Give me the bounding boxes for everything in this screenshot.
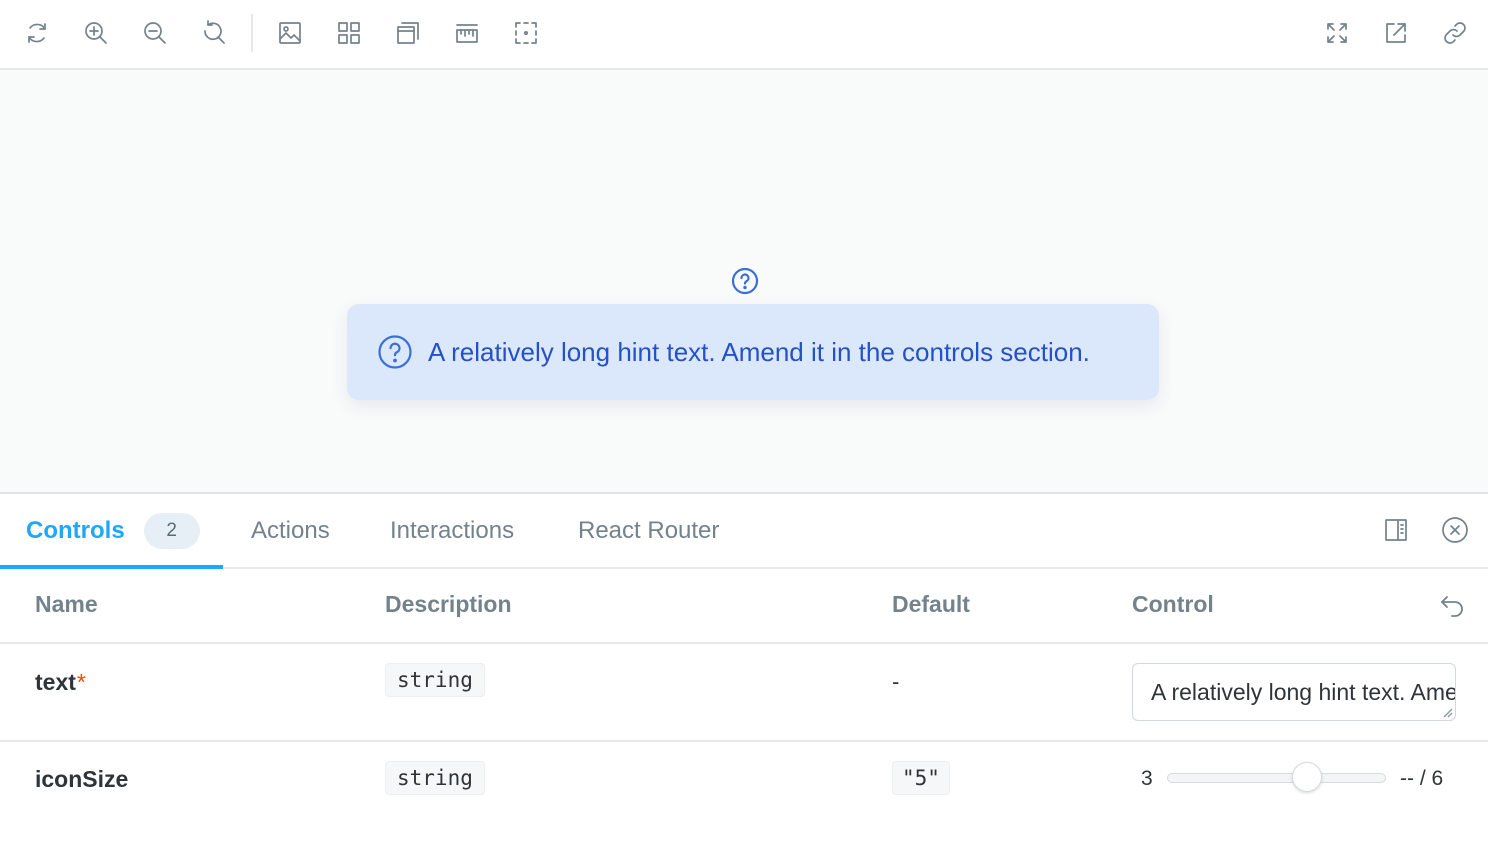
grid-icon	[338, 22, 360, 44]
table-row: text* string - A relatively long hint te…	[0, 644, 1488, 742]
column-description: Description	[385, 591, 512, 617]
tab-actions-label: Actions	[251, 516, 330, 544]
fullscreen-button[interactable]	[1319, 15, 1355, 51]
arg-type-text: string	[385, 663, 485, 697]
preview-toolbar	[0, 0, 1488, 70]
outline-icon	[515, 22, 537, 44]
hint-trigger-icon[interactable]	[731, 267, 759, 295]
toolbar-divider	[251, 14, 253, 52]
question-circle-icon	[378, 335, 412, 369]
zoom-reset-button[interactable]	[196, 15, 232, 51]
open-new-tab-button[interactable]	[1378, 15, 1414, 51]
column-control: Control	[1132, 591, 1214, 617]
hint-tooltip: A relatively long hint text. Amend it in…	[347, 304, 1159, 400]
zoom-in-button[interactable]	[78, 15, 114, 51]
table-row: iconSize string "5" 3 -- / 6	[0, 742, 1488, 846]
hint-text: A relatively long hint text. Amend it in…	[428, 336, 1090, 367]
viewport-button[interactable]	[390, 15, 426, 51]
resize-handle-icon[interactable]	[1441, 706, 1453, 718]
arg-type-iconsize: string	[385, 761, 485, 795]
reload-icon	[28, 23, 46, 43]
addon-tabs: Controls 2 Actions Interactions React Ro…	[0, 494, 1488, 569]
zoom-out-icon	[144, 22, 166, 44]
range-value-label: -- / 6	[1400, 767, 1444, 790]
required-asterisk: *	[76, 669, 86, 695]
reload-button[interactable]	[19, 15, 55, 51]
column-default: Default	[892, 591, 970, 617]
grid-button[interactable]	[331, 15, 367, 51]
tab-interactions[interactable]: Interactions	[390, 494, 514, 567]
close-panel-button[interactable]	[1435, 510, 1475, 550]
copy-link-icon	[1444, 22, 1466, 44]
close-circle-icon	[1442, 517, 1468, 543]
undo-icon	[1441, 596, 1463, 617]
zoom-reset-icon	[204, 20, 225, 44]
tab-actions[interactable]: Actions	[251, 494, 330, 567]
viewport-icon	[397, 22, 419, 44]
tab-controls[interactable]: Controls 2	[26, 494, 200, 567]
icon-size-range-track[interactable]	[1167, 773, 1386, 783]
text-control-value: A relatively long hint text. Amend it in…	[1151, 679, 1455, 705]
arg-name-iconsize: iconSize	[35, 766, 129, 792]
outline-button[interactable]	[508, 15, 544, 51]
background-button[interactable]	[272, 15, 308, 51]
arg-name-text: text*	[35, 669, 86, 695]
measure-icon	[456, 24, 478, 43]
toggle-panel-orientation-button[interactable]	[1376, 510, 1416, 550]
tab-controls-label: Controls	[26, 516, 125, 544]
range-min-label: 3	[1141, 767, 1153, 790]
text-control-textarea[interactable]: A relatively long hint text. Amend it in…	[1132, 663, 1456, 721]
controls-count-badge: 2	[143, 512, 200, 549]
arg-default-iconsize: "5"	[892, 761, 950, 795]
arg-default-text: -	[892, 669, 900, 694]
story-canvas: A relatively long hint text. Amend it in…	[0, 70, 1488, 494]
sidebar-layout-icon	[1385, 519, 1407, 541]
args-table-header: Name Description Default Control	[0, 569, 1488, 644]
background-icon	[279, 22, 301, 44]
measure-button[interactable]	[449, 15, 485, 51]
copy-link-button[interactable]	[1437, 15, 1473, 51]
tab-interactions-label: Interactions	[390, 516, 515, 544]
tab-react-router[interactable]: React Router	[578, 494, 719, 567]
open-new-tab-icon	[1386, 23, 1406, 43]
tab-react-router-label: React Router	[578, 516, 720, 544]
icon-size-range-thumb[interactable]	[1292, 762, 1323, 792]
zoom-in-icon	[85, 22, 107, 44]
fullscreen-icon	[1327, 23, 1347, 43]
reset-controls-button[interactable]	[1438, 591, 1468, 621]
column-name: Name	[35, 591, 98, 617]
zoom-out-button[interactable]	[137, 15, 173, 51]
